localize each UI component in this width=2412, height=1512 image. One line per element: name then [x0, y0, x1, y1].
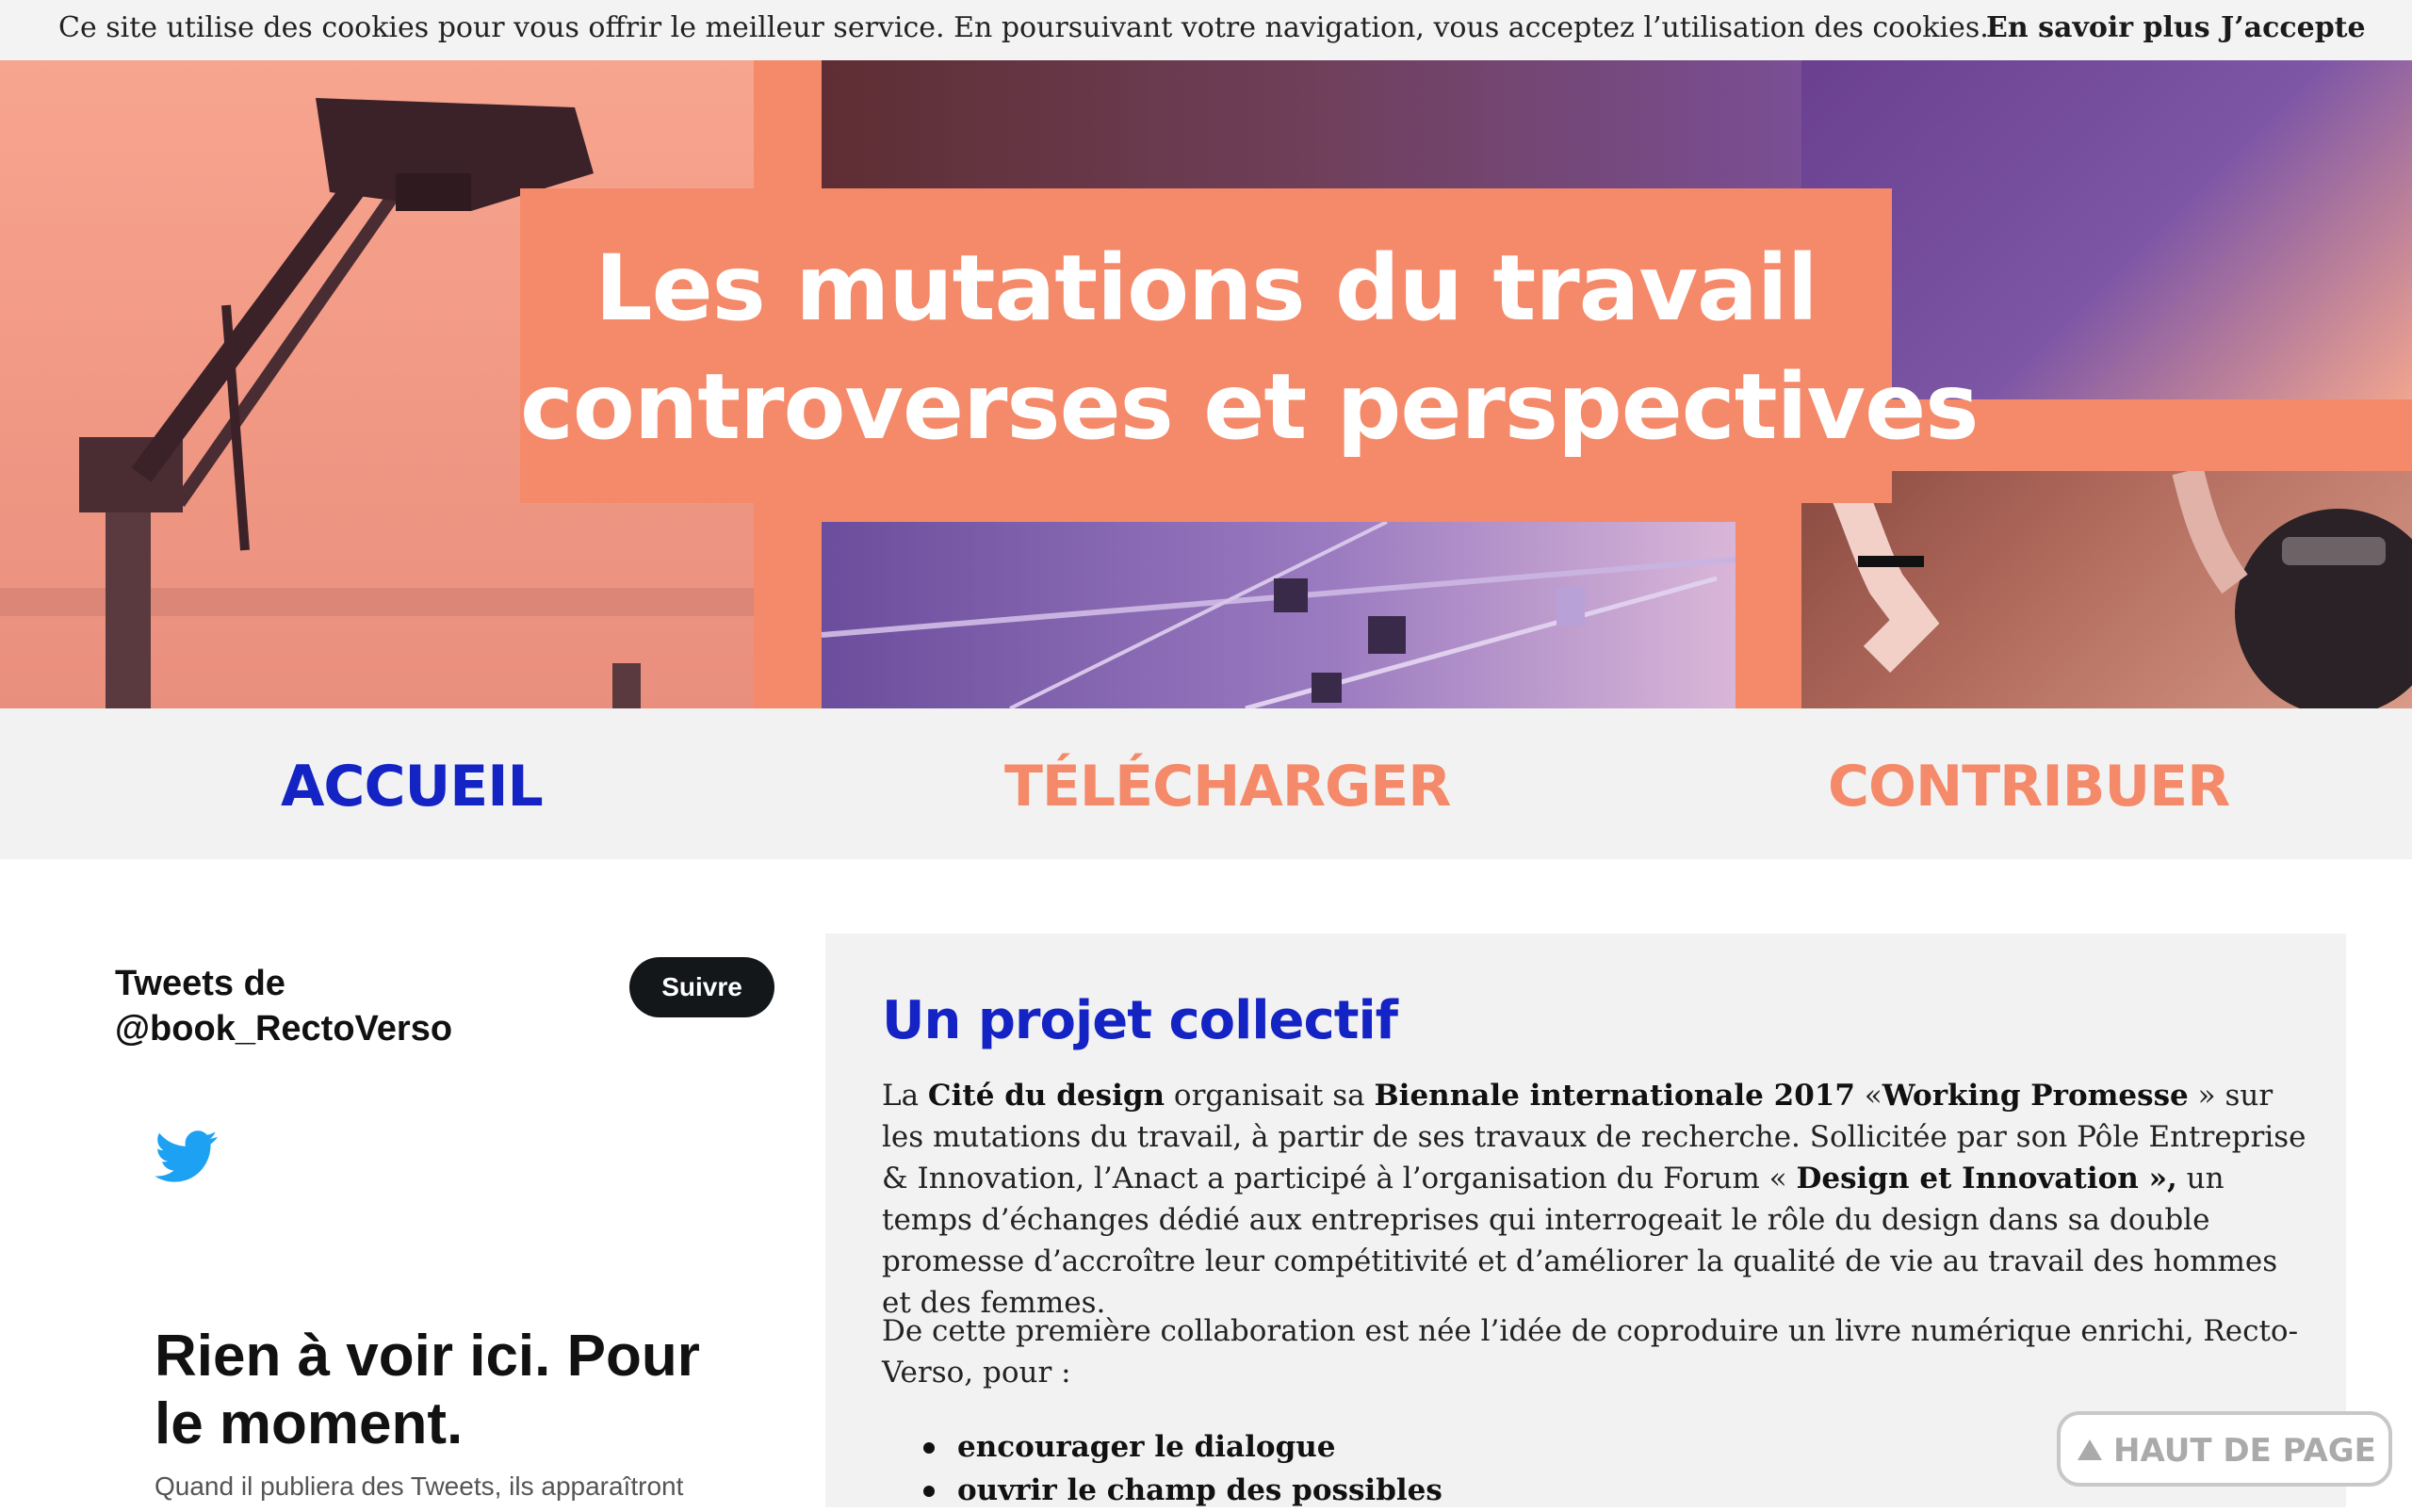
goals-list: encourager le dialogue ouvrir le champ d… [882, 1425, 1442, 1512]
cookie-banner: Ce site utilise des cookies pour vous of… [0, 0, 2412, 60]
twitter-empty-title: Rien à voir ici. Pour le moment. [155, 1324, 700, 1456]
mechanism-illustration [821, 520, 1736, 708]
hero-image-fabric [822, 60, 1801, 188]
biennale-text: Biennale internationale 2017 [1374, 1079, 1855, 1113]
hero-title-line-2: controverses et perspectives [520, 354, 1979, 460]
design-innovation-text: Design et Innovation », [1796, 1162, 2177, 1195]
triangle-up-icon [2078, 1439, 2102, 1460]
cite-du-design-text: Cité du design [927, 1079, 1165, 1113]
twitter-widget-title-text: Tweets de @book_RectoVerso [115, 964, 453, 1049]
hero-title-box: Les mutations du travail controverses et… [520, 188, 1979, 503]
hero-image-embroidery [1801, 60, 2412, 399]
list-item: encourager le dialogue [882, 1425, 1442, 1469]
hero-banner: Les mutations du travail controverses et… [0, 60, 2412, 708]
cookie-message: Ce site utilise des cookies pour vous of… [58, 11, 1989, 44]
twitter-empty-subtitle: Quand il publiera des Tweets, ils appara… [155, 1471, 684, 1501]
list-item: ouvrir le champ des possibles [882, 1469, 1442, 1512]
section-title: Un projet collectif [882, 990, 1398, 1051]
hero-image-hands [1801, 463, 2412, 708]
twitter-timeline-widget: Tweets de @book_RectoVerso Suivre Rien à… [115, 933, 774, 1507]
twitter-widget-title[interactable]: Tweets de @book_RectoVerso [115, 961, 511, 1051]
nav-item-telecharger[interactable]: TÉLÉCHARGER [1004, 754, 1451, 820]
back-to-top-button[interactable]: HAUT DE PAGE [2057, 1411, 2392, 1487]
main-nav: ACCUEIL TÉLÉCHARGER CONTRIBUER [0, 708, 2412, 859]
working-promesse-text: Working Promesse [1882, 1079, 2189, 1113]
twitter-follow-button[interactable]: Suivre [629, 957, 774, 1017]
hero-title-line-1: Les mutations du travail [595, 236, 1817, 341]
nav-item-accueil[interactable]: ACCUEIL [281, 754, 544, 820]
twitter-bird-icon[interactable] [155, 1130, 219, 1183]
hands-illustration [1822, 463, 2412, 708]
nav-item-contribuer[interactable]: CONTRIBUER [1828, 754, 2230, 820]
cookie-learn-more-link[interactable]: En savoir plus [1986, 11, 2210, 44]
cookie-accept-button[interactable]: J’accepte [2221, 11, 2366, 44]
back-to-top-label: HAUT DE PAGE [2113, 1432, 2376, 1470]
hero-image-mechanism [821, 520, 1736, 708]
intro-paragraph: La Cité du design organisait sa Biennale… [882, 1079, 2306, 1320]
collaboration-paragraph: De cette première collaboration est née … [882, 1314, 2299, 1390]
